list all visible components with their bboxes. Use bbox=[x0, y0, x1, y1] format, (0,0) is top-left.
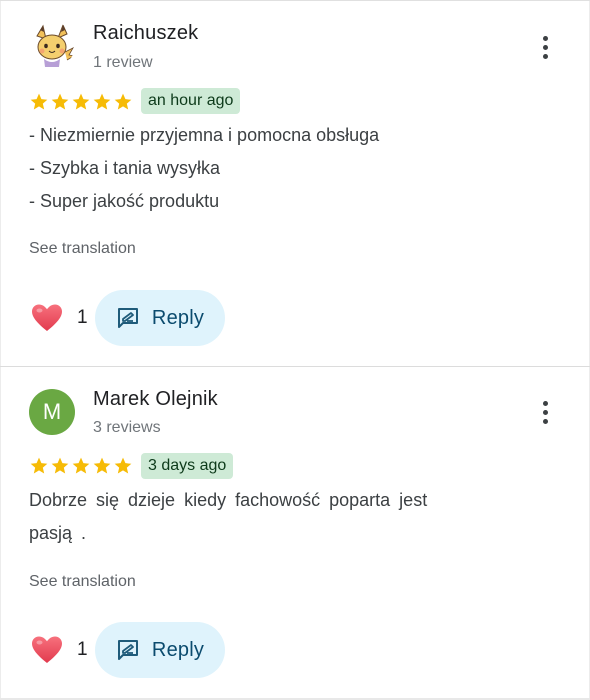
reviewer-avatar[interactable]: M bbox=[29, 389, 75, 435]
like-button[interactable]: 1 bbox=[31, 303, 88, 333]
reviewer-name[interactable]: Marek Olejnik bbox=[93, 388, 218, 411]
review-text-line: - Super jakość produktu bbox=[29, 191, 220, 211]
star-icon bbox=[72, 93, 90, 110]
star-rating bbox=[29, 456, 133, 476]
reply-icon bbox=[117, 308, 138, 328]
raichu-avatar-icon bbox=[29, 22, 75, 68]
review-text-line: pasją . bbox=[29, 523, 87, 543]
like-button[interactable]: 1 bbox=[31, 635, 88, 665]
star-icon bbox=[51, 93, 69, 110]
see-translation-link[interactable]: See translation bbox=[29, 573, 136, 591]
review-card: M Marek Olejnik 3 reviews 3 days ago Dob… bbox=[0, 367, 590, 700]
review-text-line: - Szybka i tania wysyłka bbox=[29, 158, 221, 178]
review-time-badge: an hour ago bbox=[141, 88, 241, 114]
reviews-page: Raichuszek 1 review an hour ago - Niezmi… bbox=[0, 0, 590, 700]
reviewer-avatar[interactable] bbox=[29, 22, 75, 68]
reviewer-review-count: 3 reviews bbox=[93, 419, 161, 436]
reply-button[interactable]: Reply bbox=[95, 290, 225, 346]
review-text-line: Dobrze się dzieje kiedy fachowość popart… bbox=[29, 490, 428, 510]
see-translation-link[interactable]: See translation bbox=[29, 240, 136, 258]
review-text-line: - Niezmiernie przyjemna i pomocna obsług… bbox=[29, 125, 380, 145]
star-icon bbox=[114, 457, 132, 474]
more-options-icon[interactable] bbox=[531, 33, 559, 61]
reviewer-review-count: 1 review bbox=[93, 54, 153, 71]
star-icon bbox=[93, 93, 111, 110]
review-text: - Niezmiernie przyjemna i pomocna obsług… bbox=[29, 119, 529, 218]
star-icon bbox=[114, 93, 132, 110]
reply-icon bbox=[117, 640, 138, 660]
star-icon bbox=[30, 93, 48, 110]
reviewer-name[interactable]: Raichuszek bbox=[93, 22, 198, 45]
review-text: Dobrze się dzieje kiedy fachowość popart… bbox=[29, 484, 529, 550]
star-rating bbox=[29, 92, 133, 112]
review-time-badge: 3 days ago bbox=[141, 453, 234, 479]
heart-icon bbox=[32, 636, 62, 663]
review-card: Raichuszek 1 review an hour ago - Niezmi… bbox=[0, 1, 590, 367]
star-icon bbox=[72, 457, 90, 474]
star-icon bbox=[93, 457, 111, 474]
heart-icon bbox=[32, 304, 62, 331]
like-count: 1 bbox=[77, 307, 88, 328]
reply-button[interactable]: Reply bbox=[95, 622, 225, 678]
avatar-letter: M bbox=[42, 399, 62, 424]
reply-label: Reply bbox=[151, 638, 205, 661]
star-icon bbox=[30, 457, 48, 474]
more-options-icon[interactable] bbox=[531, 398, 559, 426]
like-count: 1 bbox=[77, 639, 88, 660]
reply-label: Reply bbox=[151, 306, 205, 329]
star-icon bbox=[51, 457, 69, 474]
